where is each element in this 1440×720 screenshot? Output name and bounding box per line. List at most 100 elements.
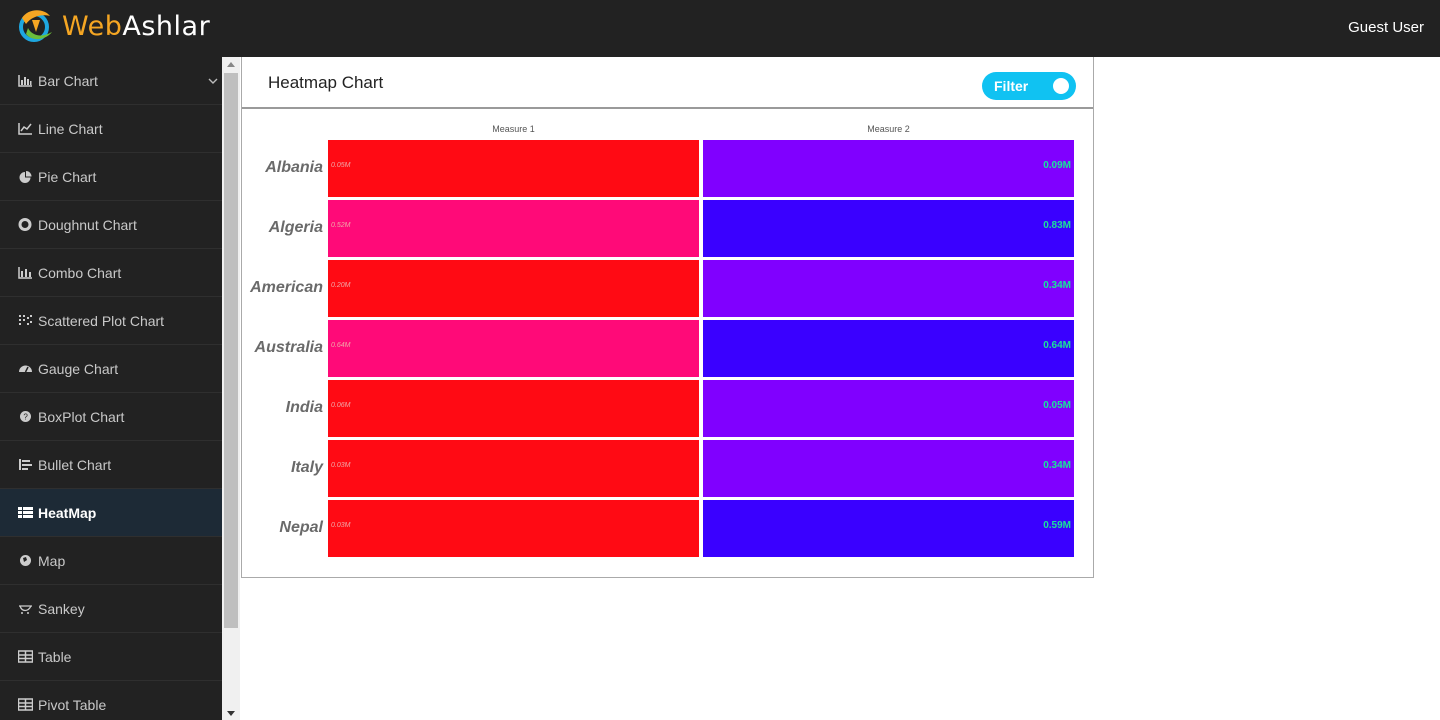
heatmap-column-header: Measure 1 <box>492 124 535 134</box>
sidebar-item-gauge-chart[interactable]: Gauge Chart <box>0 345 222 393</box>
heatmap-cell[interactable]: 0.06M <box>328 380 699 437</box>
brand-logo[interactable]: WebAshlar <box>14 6 210 46</box>
heatmap-cell-value: 0.34M <box>1043 280 1071 291</box>
scroll-down-arrow-icon[interactable] <box>222 706 240 720</box>
heatmap-cell-value: 0.83M <box>1043 220 1071 231</box>
sidebar-item-label: Line Chart <box>38 120 103 137</box>
sidebar-item-boxplot-chart[interactable]: ? BoxPlot Chart <box>0 393 222 441</box>
sidebar-item-label: Scattered Plot Chart <box>38 312 165 329</box>
heatmap-cell-value: 0.20M <box>331 282 351 289</box>
heatmap-cell[interactable]: 0.05M <box>703 380 1074 437</box>
scatter-icon <box>16 314 34 328</box>
brand-web: Web <box>62 10 123 42</box>
sidebar-item-line-chart[interactable]: Line Chart <box>0 105 222 153</box>
bar-chart-icon <box>16 74 34 88</box>
sidebar-item-label: Table <box>38 648 72 665</box>
line-chart-icon <box>16 122 34 136</box>
chart-panel: Heatmap Chart Filter Measure 1 Measure 2 A… <box>241 57 1094 578</box>
sankey-icon <box>16 602 34 616</box>
heatmap-cell-value: 0.05M <box>1043 400 1071 411</box>
sidebar-item-label: Bar Chart <box>38 72 98 89</box>
heatmap-cell-value: 0.03M <box>331 522 351 529</box>
heatmap-row-label: Algeria <box>268 219 323 236</box>
sidebar-item-label: Combo Chart <box>38 264 122 281</box>
scrollbar-thumb[interactable] <box>224 73 238 628</box>
heatmap-cell[interactable]: 0.83M <box>703 200 1074 257</box>
gauge-icon <box>16 362 34 376</box>
filter-label: Filter <box>994 78 1029 94</box>
filter-toggle[interactable]: Filter <box>982 72 1076 100</box>
scroll-up-arrow-icon[interactable] <box>222 57 240 71</box>
sidebar-item-label: HeatMap <box>38 504 97 521</box>
top-navbar: WebAshlar Guest User <box>0 0 1440 57</box>
heatmap-cell[interactable]: 0.64M <box>703 320 1074 377</box>
sidebar: Bar Chart Line Chart Pie Chart Doughnut Cha… <box>0 57 222 720</box>
sidebar-item-pie-chart[interactable]: Pie Chart <box>0 153 222 201</box>
sidebar-scrollbar[interactable] <box>222 57 240 720</box>
sidebar-item-label: BoxPlot Chart <box>38 408 125 425</box>
heatmap-row-label: India <box>285 399 323 416</box>
pie-chart-icon <box>16 170 34 184</box>
sidebar-item-doughnut-chart[interactable]: Doughnut Chart <box>0 201 222 249</box>
sidebar-item-label: Sankey <box>38 600 85 617</box>
heatmap-cell-value: 0.05M <box>331 162 351 169</box>
sidebar-item-pivot-table[interactable]: Pivot Table <box>0 681 222 720</box>
brand-name: WebAshlar <box>62 11 210 42</box>
sidebar-item-label: Gauge Chart <box>38 360 119 377</box>
user-menu[interactable]: Guest User <box>1348 19 1424 36</box>
heatmap-row-label: Italy <box>290 459 323 476</box>
heatmap-cell[interactable]: 0.52M <box>328 200 699 257</box>
sidebar-item-map[interactable]: Map <box>0 537 222 585</box>
heatmap-row-label: American <box>250 279 323 296</box>
heatmap-cell-value: 0.06M <box>331 402 351 409</box>
globe-icon <box>16 554 34 568</box>
heatmap-row-label: Australia <box>254 339 323 356</box>
logo-icon <box>19 10 52 42</box>
heatmap-row-label: Albania <box>265 159 323 176</box>
heatmap-cell-value: 0.52M <box>331 222 351 229</box>
toggle-knob <box>1051 76 1071 96</box>
heatmap-column-header: Measure 2 <box>867 124 910 134</box>
sidebar-item-sankey[interactable]: Sankey <box>0 585 222 633</box>
heatmap-cell[interactable]: 0.05M <box>328 140 699 197</box>
heatmap-cell[interactable]: 0.09M <box>703 140 1074 197</box>
sidebar-item-label: Doughnut Chart <box>38 216 137 233</box>
heatmap-cell-value: 0.09M <box>1043 160 1071 171</box>
boxplot-icon: ? <box>16 410 34 424</box>
sidebar-item-combo-chart[interactable]: Combo Chart <box>0 249 222 297</box>
sidebar-item-label: Bullet Chart <box>38 456 112 473</box>
brand-a: A <box>122 10 142 42</box>
heatmap-cell[interactable]: 0.64M <box>328 320 699 377</box>
pivot-table-icon <box>16 698 34 712</box>
heatmap-cell[interactable]: 0.34M <box>703 260 1074 317</box>
sidebar-item-label: Map <box>38 552 66 569</box>
sidebar-item-table[interactable]: Table <box>0 633 222 681</box>
heatmap-row-label: Nepal <box>279 519 323 536</box>
heatmap-cell-value: 0.03M <box>331 462 351 469</box>
heatmap-cell-value: 0.59M <box>1043 520 1071 531</box>
sidebar-item-label: Pie Chart <box>38 168 97 185</box>
bullet-icon <box>16 458 34 472</box>
heatmap-cell-value: 0.34M <box>1043 460 1071 471</box>
sidebar-item-label: Pivot Table <box>38 696 107 713</box>
heatmap-cell[interactable]: 0.59M <box>703 500 1074 557</box>
heatmap-cell[interactable]: 0.34M <box>703 440 1074 497</box>
doughnut-icon <box>16 218 34 232</box>
heatmap-cell[interactable]: 0.20M <box>328 260 699 317</box>
table-icon <box>16 650 34 664</box>
heatmap-cell[interactable]: 0.03M <box>328 500 699 557</box>
panel-header: Heatmap Chart Filter <box>242 57 1093 109</box>
heatmap-cell-value: 0.64M <box>331 342 351 349</box>
table-list-icon <box>16 506 34 520</box>
svg-text:?: ? <box>23 413 28 422</box>
combo-chart-icon <box>16 266 34 280</box>
heatmap-cell-value: 0.64M <box>1043 340 1071 351</box>
sidebar-item-scattered-plot-chart[interactable]: Scattered Plot Chart <box>0 297 222 345</box>
chevron-down-icon[interactable] <box>208 73 218 84</box>
sidebar-item-bullet-chart[interactable]: Bullet Chart <box>0 441 222 489</box>
sidebar-item-bar-chart[interactable]: Bar Chart <box>0 57 222 105</box>
heatmap-cell[interactable]: 0.03M <box>328 440 699 497</box>
chart-title: Heatmap Chart <box>268 73 384 92</box>
brand-rest: shlar <box>141 10 211 42</box>
sidebar-item-heatmap[interactable]: HeatMap <box>0 489 222 537</box>
